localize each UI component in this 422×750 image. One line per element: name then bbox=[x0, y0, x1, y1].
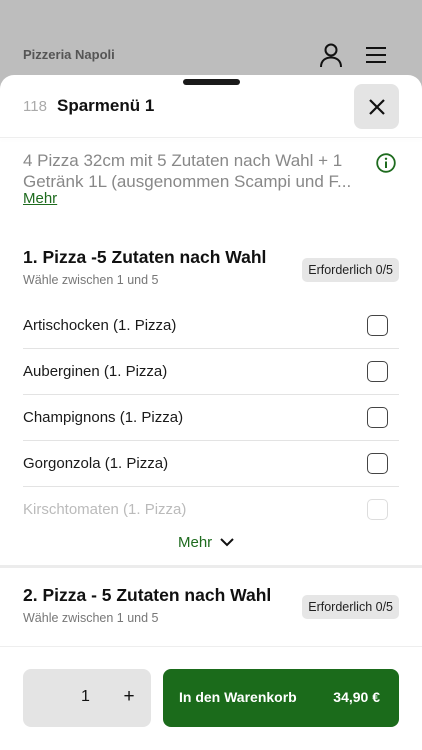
brand-name: Pizzeria Napoli bbox=[23, 47, 115, 62]
description-more-link[interactable]: Mehr bbox=[23, 190, 57, 207]
close-icon bbox=[368, 98, 385, 115]
option-artischocken[interactable]: Artischocken (1. Pizza) bbox=[23, 303, 399, 349]
option-auberginen[interactable]: Auberginen (1. Pizza) bbox=[23, 349, 399, 395]
option-checkbox[interactable] bbox=[367, 315, 388, 336]
expand-label: Mehr bbox=[178, 534, 213, 551]
option-label: Auberginen (1. Pizza) bbox=[23, 363, 168, 380]
sheet-header: 118 Sparmenü 1 bbox=[0, 75, 422, 137]
add-to-cart-button[interactable]: In den Warenkorb 34,90 € bbox=[163, 669, 399, 727]
header-divider bbox=[0, 137, 422, 138]
group-1-subtitle: Wähle zwischen 1 und 5 bbox=[23, 273, 159, 287]
option-checkbox[interactable] bbox=[367, 453, 388, 474]
option-kirschtomaten[interactable]: Kirschtomaten (1. Pizza) bbox=[23, 487, 399, 533]
user-icon[interactable] bbox=[318, 42, 344, 68]
chevron-down-icon bbox=[220, 538, 234, 547]
sheet-footer: 1 + In den Warenkorb 34,90 € bbox=[0, 646, 422, 750]
option-label: Gorgonzola (1. Pizza) bbox=[23, 455, 169, 472]
item-number: 118 bbox=[23, 98, 47, 115]
item-description: 4 Pizza 32cm mit 5 Zutaten nach Wahl + 1… bbox=[23, 151, 352, 191]
group-1-expand-button[interactable]: Mehr bbox=[178, 534, 234, 551]
group-1-required-badge: Erforderlich 0/5 bbox=[302, 258, 399, 282]
group-1-title: 1. Pizza -5 Zutaten nach Wahl bbox=[23, 247, 267, 267]
option-checkbox[interactable] bbox=[367, 407, 388, 428]
option-label: Champignons (1. Pizza) bbox=[23, 409, 184, 426]
option-checkbox[interactable] bbox=[367, 361, 388, 382]
group-2-required-badge: Erforderlich 0/5 bbox=[302, 595, 399, 619]
group-2-title: 2. Pizza - 5 Zutaten nach Wahl bbox=[23, 585, 272, 605]
option-checkbox[interactable] bbox=[367, 499, 388, 520]
close-button[interactable] bbox=[354, 84, 399, 129]
quantity-value: 1 bbox=[81, 688, 90, 705]
quantity-stepper: 1 + bbox=[23, 669, 151, 727]
top-bar: Pizzeria Napoli bbox=[0, 0, 422, 80]
option-gorgonzola[interactable]: Gorgonzola (1. Pizza) bbox=[23, 441, 399, 487]
product-sheet: 118 Sparmenü 1 4 Pizza 32cm mit 5 Zutate… bbox=[0, 75, 422, 750]
item-title: Sparmenü 1 bbox=[57, 96, 155, 115]
option-label: Kirschtomaten (1. Pizza) bbox=[23, 501, 187, 518]
add-to-cart-label: In den Warenkorb bbox=[179, 689, 297, 705]
group-2-subtitle: Wähle zwischen 1 und 5 bbox=[23, 611, 159, 625]
menu-icon[interactable] bbox=[364, 44, 388, 66]
option-champignons[interactable]: Champignons (1. Pizza) bbox=[23, 395, 399, 441]
option-label: Artischocken (1. Pizza) bbox=[23, 317, 177, 334]
increase-quantity-button[interactable]: + bbox=[119, 686, 139, 708]
info-icon[interactable] bbox=[376, 153, 396, 173]
total-price: 34,90 € bbox=[333, 689, 380, 705]
group-separator bbox=[0, 565, 422, 568]
